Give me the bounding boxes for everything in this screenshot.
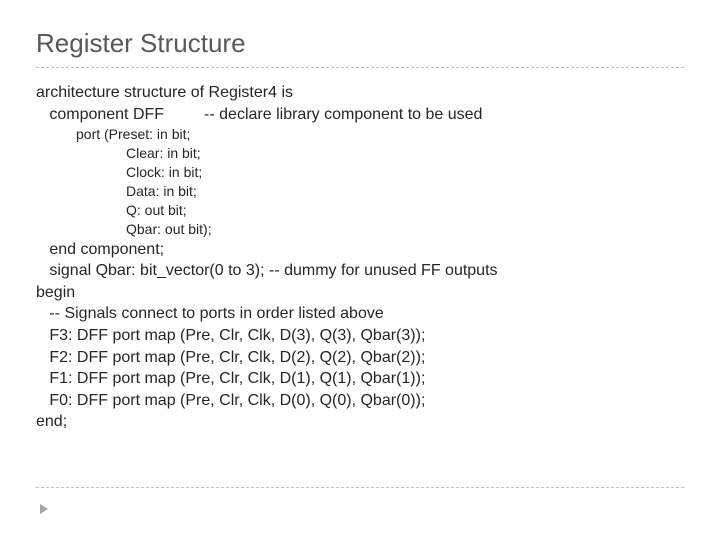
code-line: -- Signals connect to ports in order lis… — [36, 303, 684, 325]
page-title: Register Structure — [36, 28, 684, 59]
code-line: Qbar: out bit); — [36, 220, 684, 239]
slide: Register Structure architecture structur… — [0, 0, 720, 540]
code-line: F0: DFF port map (Pre, Clr, Clk, D(0), Q… — [36, 390, 684, 412]
code-line: Q: out bit; — [36, 201, 684, 220]
code-line: signal Qbar: bit_vector(0 to 3); -- dumm… — [36, 260, 684, 282]
bottom-rule — [36, 487, 684, 488]
title-underline — [36, 67, 684, 68]
code-line: F1: DFF port map (Pre, Clr, Clk, D(1), Q… — [36, 368, 684, 390]
code-line: begin — [36, 282, 684, 304]
code-line: architecture structure of Register4 is — [36, 82, 684, 104]
code-line: Clear: in bit; — [36, 144, 684, 163]
code-line: Data: in bit; — [36, 182, 684, 201]
port-block: port (Preset: in bit; Clear: in bit; Clo… — [36, 125, 684, 238]
code-line: F2: DFF port map (Pre, Clr, Clk, D(2), Q… — [36, 347, 684, 369]
code-line: component DFF -- declare library compone… — [36, 104, 684, 126]
code-block: architecture structure of Register4 is c… — [36, 82, 684, 433]
code-line: Clock: in bit; — [36, 163, 684, 182]
code-line: port (Preset: in bit; — [36, 125, 684, 144]
code-line: end component; — [36, 239, 684, 261]
code-line: end; — [36, 411, 684, 433]
code-line: F3: DFF port map (Pre, Clr, Clk, D(3), Q… — [36, 325, 684, 347]
next-arrow-icon — [40, 504, 48, 514]
